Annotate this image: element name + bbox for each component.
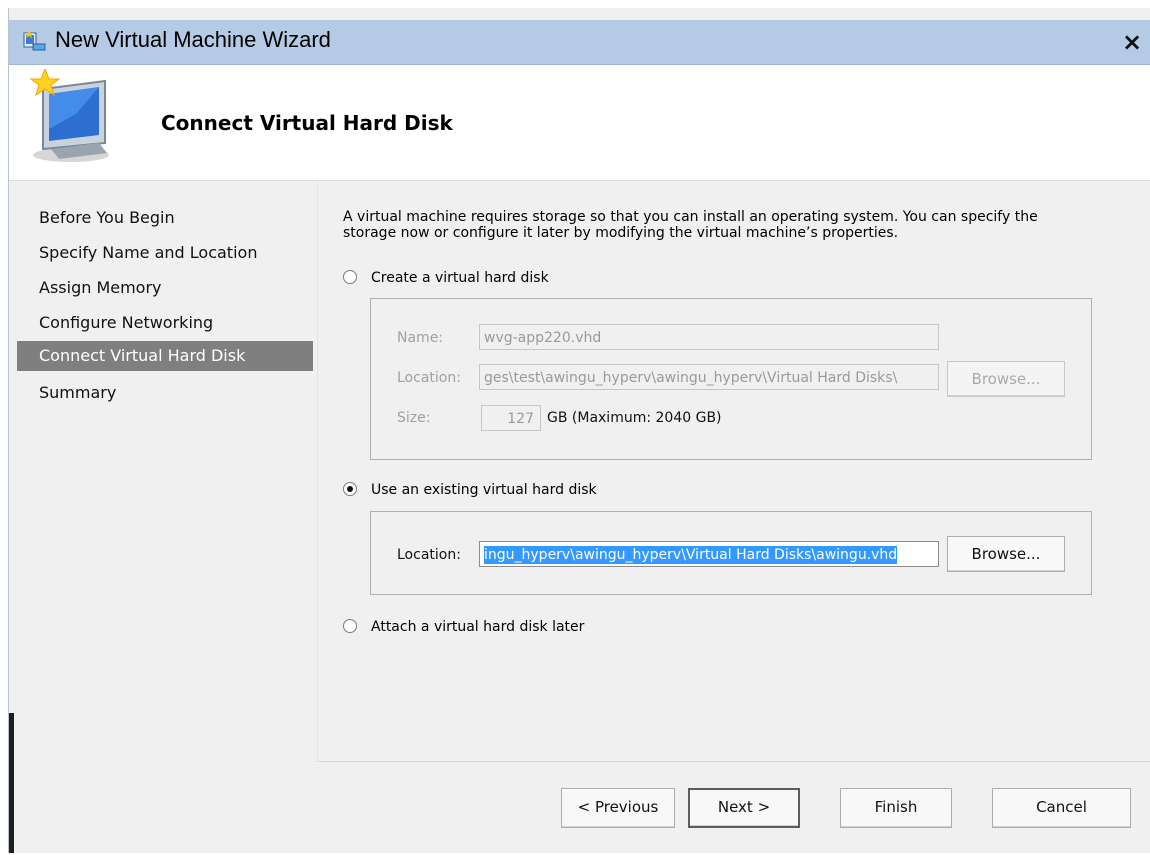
existing-vhd-group: Location: ingu_hyperv\awingu_hyperv\Virt… [370,511,1092,595]
create-location-field[interactable]: ges\test\awingu_hyperv\awingu_hyperv\Vir… [479,364,939,390]
create-browse-button[interactable]: Browse... [947,361,1065,397]
intro-line-2: storage now or configure it later by mod… [343,225,899,241]
create-vhd-group: Name: wvg-app220.vhd Location: ges\test\… [370,298,1092,460]
wizard-steps-nav: Before You Begin Specify Name and Locati… [9,181,317,781]
nav-step-connect-vhd[interactable]: Connect Virtual Hard Disk [17,341,313,371]
cancel-button[interactable]: Cancel [992,788,1131,828]
new-vm-wizard-icon [21,67,131,173]
create-vhd-label: Create a virtual hard disk [371,270,549,286]
vhd-name-field[interactable]: wvg-app220.vhd [479,324,939,350]
name-label: Name: [397,330,444,346]
existing-vhd-radio[interactable] [343,482,357,496]
size-hint: GB (Maximum: 2040 GB) [547,410,722,426]
nav-step-summary[interactable]: Summary [17,378,313,408]
existing-vhd-label: Use an existing virtual hard disk [371,482,597,498]
wizard-content: A virtual machine requires storage so th… [317,181,1150,761]
wizard-header: Connect Virtual Hard Disk [9,65,1150,181]
existing-browse-button[interactable]: Browse... [947,536,1065,572]
nav-step-assign-memory[interactable]: Assign Memory [17,273,313,303]
size-label: Size: [397,410,431,426]
window-title: New Virtual Machine Wizard [55,27,331,52]
previous-button[interactable]: < Previous [561,788,675,828]
existing-location-label: Location: [397,547,461,563]
attach-later-option[interactable]: Attach a virtual hard disk later [343,617,584,637]
attach-later-label: Attach a virtual hard disk later [371,619,585,635]
create-vhd-option[interactable]: Create a virtual hard disk [343,268,549,288]
nav-step-configure-networking[interactable]: Configure Networking [17,308,313,338]
hyperv-app-icon [23,30,47,56]
create-location-label: Location: [397,370,461,386]
size-field[interactable]: 127 [481,405,541,431]
wizard-footer: < Previous Next > Finish Cancel [317,761,1150,854]
close-icon[interactable]: × [1119,30,1145,54]
existing-vhd-option[interactable]: Use an existing virtual hard disk [343,480,597,500]
intro-text: A virtual machine requires storage so th… [343,209,1133,241]
existing-location-value: ingu_hyperv\awingu_hyperv\Virtual Hard D… [484,546,898,564]
finish-button[interactable]: Finish [840,788,952,828]
existing-location-field[interactable]: ingu_hyperv\awingu_hyperv\Virtual Hard D… [479,541,939,567]
next-button[interactable]: Next > [688,788,800,828]
nav-step-before-you-begin[interactable]: Before You Begin [17,203,313,233]
nav-step-specify-name-location[interactable]: Specify Name and Location [17,238,313,268]
create-vhd-radio[interactable] [343,270,357,284]
wizard-window: New Virtual Machine Wizard × Connect Vir… [8,8,1150,853]
title-bar[interactable]: New Virtual Machine Wizard × [9,20,1150,65]
page-title: Connect Virtual Hard Disk [161,111,453,135]
attach-later-radio[interactable] [343,619,357,633]
intro-line-1: A virtual machine requires storage so th… [343,209,1038,225]
